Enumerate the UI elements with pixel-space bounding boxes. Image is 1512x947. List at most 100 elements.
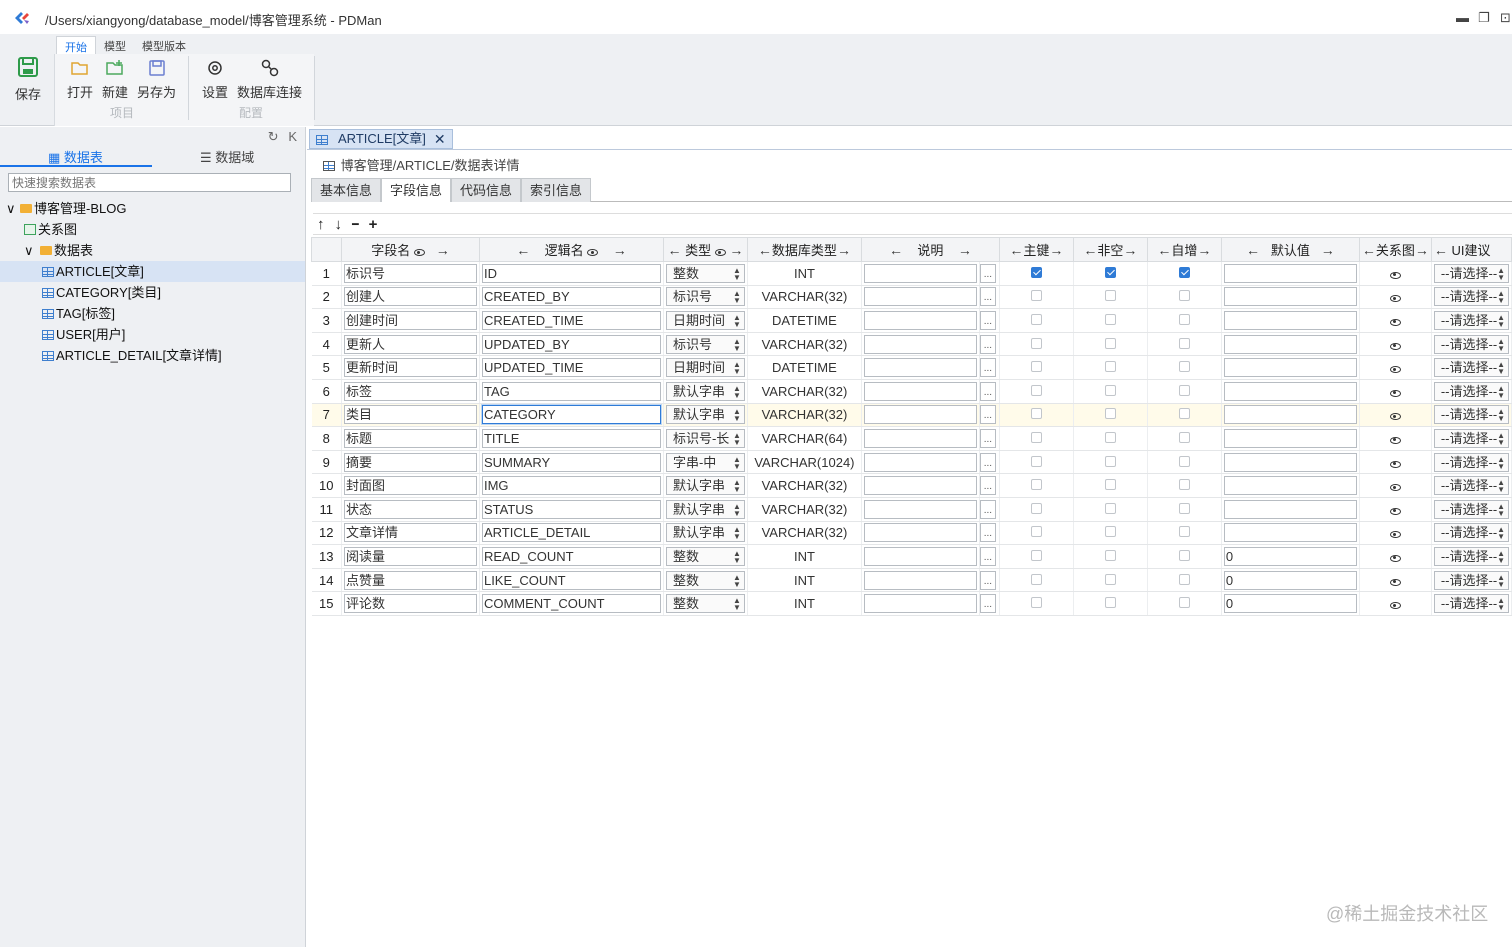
ui-suggest-select[interactable]: --请选择-- ▲ ▼ bbox=[1433, 452, 1509, 472]
arrow-left-icon[interactable]: ← bbox=[1434, 242, 1448, 258]
more-button[interactable]: ... bbox=[979, 381, 996, 401]
field-name-input[interactable]: 状态 bbox=[343, 499, 477, 519]
not-null-checkbox[interactable] bbox=[1104, 290, 1116, 302]
delete-row-button[interactable]: ━ bbox=[352, 218, 359, 231]
auto-inc-checkbox[interactable] bbox=[1178, 384, 1190, 396]
logic-name-input[interactable]: CATEGORY bbox=[481, 405, 661, 425]
more-button[interactable]: ... bbox=[979, 523, 996, 543]
column-header-type[interactable]: ← 类型 → bbox=[662, 237, 748, 262]
type-select[interactable]: 默认字串 ▲ ▼ bbox=[665, 476, 745, 496]
type-select[interactable]: 标识号 ▲ ▼ bbox=[665, 287, 745, 307]
not-null-checkbox[interactable] bbox=[1104, 597, 1116, 609]
auto-inc-checkbox[interactable] bbox=[1178, 573, 1190, 585]
tree-item-table[interactable]: CATEGORY[类目] bbox=[0, 282, 305, 303]
field-name-input[interactable]: 标签 bbox=[343, 381, 477, 401]
table-search-input[interactable] bbox=[8, 173, 291, 192]
ui-suggest-select[interactable]: --请选择-- ▲ ▼ bbox=[1433, 570, 1509, 590]
tree-root[interactable]: ∨ 博客管理-BLOG bbox=[0, 198, 305, 219]
type-select[interactable]: 字串-中 ▲ ▼ bbox=[665, 452, 745, 472]
db-connection-button[interactable]: 数据库连接 bbox=[237, 58, 302, 101]
arrow-left-icon[interactable]: ← bbox=[516, 242, 530, 258]
comment-input[interactable] bbox=[863, 452, 977, 472]
field-name-input[interactable]: 点赞量 bbox=[343, 570, 477, 590]
ui-suggest-select[interactable]: --请选择-- ▲ ▼ bbox=[1433, 546, 1509, 566]
arrow-right-icon[interactable]: → bbox=[729, 242, 743, 258]
arrow-left-icon[interactable]: ← bbox=[1246, 242, 1260, 258]
more-button[interactable]: ... bbox=[979, 358, 996, 378]
default-input[interactable] bbox=[1223, 405, 1357, 425]
pk-checkbox[interactable] bbox=[1030, 573, 1042, 585]
field-name-input[interactable]: 阅读量 bbox=[343, 546, 477, 566]
minimize-button[interactable]: ▬ bbox=[1456, 10, 1469, 25]
comment-input[interactable] bbox=[863, 499, 977, 519]
type-select[interactable]: 默认字串 ▲ ▼ bbox=[665, 381, 745, 401]
comment-input[interactable] bbox=[863, 523, 977, 543]
default-input[interactable]: 0 bbox=[1223, 546, 1357, 566]
comment-input[interactable] bbox=[863, 476, 977, 496]
not-null-checkbox[interactable] bbox=[1104, 549, 1116, 561]
eye-icon[interactable] bbox=[714, 249, 726, 256]
not-null-checkbox[interactable] bbox=[1104, 313, 1116, 325]
table-row[interactable]: 11 状态 STATUS 默认字串 ▲ ▼ VARCHAR(32)... --请选择-- ▲ ▼ bbox=[311, 497, 1512, 522]
comment-input[interactable] bbox=[863, 405, 977, 425]
logic-name-input[interactable]: CREATED_TIME bbox=[481, 310, 661, 330]
ui-suggest-select[interactable]: --请选择-- ▲ ▼ bbox=[1433, 428, 1509, 448]
tree-item-table[interactable]: USER[用户] bbox=[0, 324, 305, 345]
pk-checkbox[interactable] bbox=[1030, 337, 1042, 349]
logic-name-input[interactable]: UPDATED_BY bbox=[481, 334, 661, 354]
table-row[interactable]: 7 类目 CATEGORY 默认字串 ▲ ▼ VARCHAR(32)... --请选择-- ▲ ▼ bbox=[311, 403, 1512, 428]
eye-icon[interactable] bbox=[587, 249, 599, 256]
close-button[interactable]: ⊡ bbox=[1500, 10, 1511, 26]
pk-checkbox[interactable] bbox=[1030, 502, 1042, 514]
type-select[interactable]: 日期时间 ▲ ▼ bbox=[665, 358, 745, 378]
pk-checkbox[interactable] bbox=[1030, 597, 1042, 609]
ui-suggest-select[interactable]: --请选择-- ▲ ▼ bbox=[1433, 358, 1509, 378]
field-name-input[interactable]: 摘要 bbox=[343, 452, 477, 472]
comment-input[interactable] bbox=[863, 310, 977, 330]
logic-name-input[interactable]: STATUS bbox=[481, 499, 661, 519]
not-null-checkbox[interactable] bbox=[1104, 266, 1116, 278]
pk-checkbox[interactable] bbox=[1030, 526, 1042, 538]
pk-checkbox[interactable] bbox=[1030, 313, 1042, 325]
tree-item-relation[interactable]: 关系图 bbox=[0, 219, 305, 240]
column-header-auto-inc[interactable]: ←自增→ bbox=[1146, 237, 1222, 262]
ui-suggest-select[interactable]: --请选择-- ▲ ▼ bbox=[1433, 594, 1509, 614]
field-name-input[interactable]: 更新人 bbox=[343, 334, 477, 354]
save-button[interactable]: 保存 bbox=[8, 56, 48, 103]
auto-inc-checkbox[interactable] bbox=[1178, 502, 1190, 514]
ribbon-tab-model-version[interactable]: 模型版本 bbox=[134, 36, 194, 54]
auto-inc-checkbox[interactable] bbox=[1178, 408, 1190, 420]
arrow-right-icon[interactable]: → bbox=[1049, 242, 1063, 258]
type-select[interactable]: 默认字串 ▲ ▼ bbox=[665, 523, 745, 543]
arrow-left-icon[interactable]: ← bbox=[1083, 242, 1097, 258]
more-button[interactable]: ... bbox=[979, 263, 996, 283]
table-row[interactable]: 9 摘要 SUMMARY 字串-中 ▲ ▼ VARCHAR(1024)... --请选择-- ▲… bbox=[311, 450, 1512, 475]
auto-inc-checkbox[interactable] bbox=[1178, 549, 1190, 561]
default-input[interactable] bbox=[1223, 476, 1357, 496]
arrow-left-icon[interactable]: ← bbox=[758, 242, 772, 258]
field-name-input[interactable]: 封面图 bbox=[343, 476, 477, 496]
comment-input[interactable] bbox=[863, 381, 977, 401]
auto-inc-checkbox[interactable] bbox=[1178, 266, 1190, 278]
logic-name-input[interactable]: LIKE_COUNT bbox=[481, 570, 661, 590]
close-icon[interactable]: ✕ bbox=[434, 130, 446, 148]
not-null-checkbox[interactable] bbox=[1104, 361, 1116, 373]
tab-field-info[interactable]: 字段信息 bbox=[381, 178, 452, 202]
default-input[interactable] bbox=[1223, 263, 1357, 283]
column-header-logic-name[interactable]: ← 逻辑名 → bbox=[478, 237, 664, 262]
field-name-input[interactable]: 评论数 bbox=[343, 594, 477, 614]
pk-checkbox[interactable] bbox=[1030, 290, 1042, 302]
tab-index-info[interactable]: 索引信息 bbox=[521, 178, 592, 202]
more-button[interactable]: ... bbox=[979, 287, 996, 307]
column-header-not-null[interactable]: ←非空→ bbox=[1072, 237, 1148, 262]
default-input[interactable] bbox=[1223, 523, 1357, 543]
comment-input[interactable] bbox=[863, 546, 977, 566]
not-null-checkbox[interactable] bbox=[1104, 479, 1116, 491]
default-input[interactable] bbox=[1223, 428, 1357, 448]
field-name-input[interactable]: 文章详情 bbox=[343, 523, 477, 543]
settings-button[interactable]: 设置 bbox=[202, 58, 228, 101]
save-as-button[interactable]: 另存为 bbox=[137, 58, 176, 101]
ui-suggest-select[interactable]: --请选择-- ▲ ▼ bbox=[1433, 287, 1509, 307]
comment-input[interactable] bbox=[863, 570, 977, 590]
eye-icon[interactable] bbox=[1389, 342, 1401, 350]
